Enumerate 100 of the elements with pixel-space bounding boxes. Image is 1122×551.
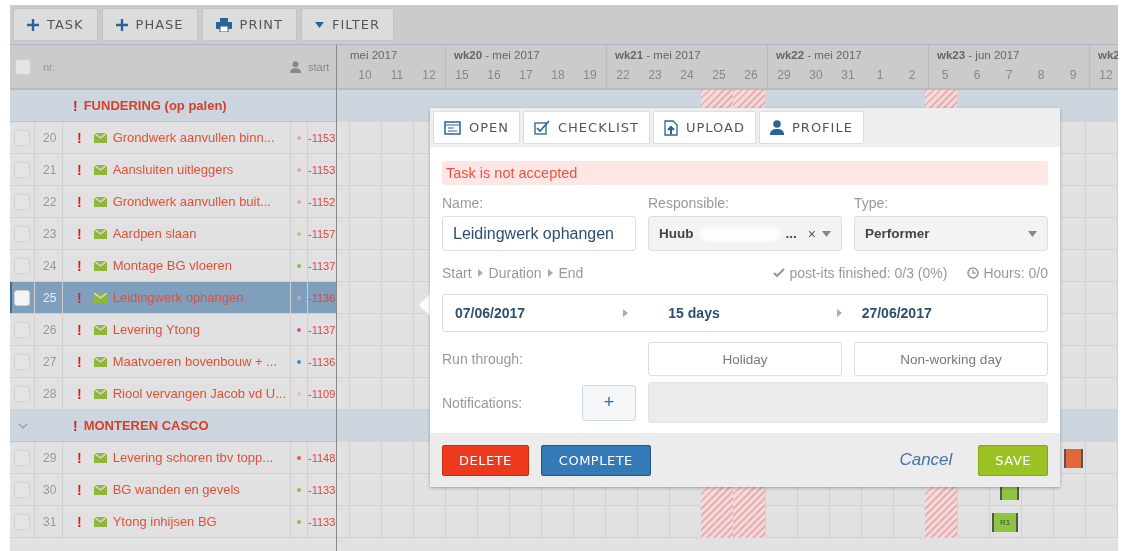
user-icon bbox=[770, 120, 784, 135]
printer-icon bbox=[215, 17, 232, 32]
day-label: 11 bbox=[389, 67, 405, 82]
task-row[interactable]: 23 ! Aardpen slaan -1157 bbox=[10, 218, 336, 250]
day-label: 23 bbox=[647, 67, 663, 82]
task-row[interactable]: 25 ! Leidingwerk ophangen -1136 bbox=[10, 282, 336, 314]
notifications-field[interactable] bbox=[648, 382, 1048, 423]
envelope-icon bbox=[93, 260, 107, 271]
task-bar[interactable]: R1 bbox=[992, 513, 1018, 532]
dialog-tab[interactable]: CHECKLIST bbox=[523, 111, 650, 144]
name-field[interactable]: Leidingwerk ophangen bbox=[442, 216, 636, 251]
phase-row[interactable]: ! FUNDERING (op palen) bbox=[10, 90, 336, 122]
envelope-icon bbox=[93, 356, 107, 367]
row-number: 29 bbox=[42, 450, 57, 465]
responsible-select[interactable]: Huub ... × bbox=[648, 216, 842, 251]
task-name: Riool vervangen Jacob vd U... bbox=[112, 386, 287, 401]
envelope-icon bbox=[93, 228, 107, 239]
task-name: Grondwerk aanvullen buit... bbox=[112, 194, 271, 209]
task-row[interactable]: 22 ! Grondwerk aanvullen buit... -1152 bbox=[10, 186, 336, 218]
chevron-down-icon[interactable] bbox=[17, 422, 28, 429]
phase-row[interactable]: ! MONTEREN CASCO bbox=[10, 410, 336, 442]
cancel-link[interactable]: Cancel bbox=[899, 450, 953, 470]
delete-button[interactable]: DELETE bbox=[442, 444, 529, 476]
envelope-icon bbox=[93, 196, 107, 207]
plus-icon bbox=[115, 18, 128, 31]
alert-message: Task is not accepted bbox=[442, 161, 1048, 185]
task-name: Grondwerk aanvullen binn... bbox=[112, 130, 275, 145]
user-icon bbox=[290, 60, 301, 73]
task-name: Maatvoeren bovenbouw + ... bbox=[112, 354, 278, 369]
toolbar-button[interactable]: FILTER bbox=[300, 8, 394, 41]
warning-icon: ! bbox=[77, 257, 82, 274]
start-cell: -1157 bbox=[308, 227, 336, 240]
clear-icon[interactable]: × bbox=[807, 225, 816, 242]
task-row[interactable]: 31 ! Ytong inhijsen BG -1133 bbox=[10, 506, 336, 538]
week-label: wk23 - jun 2017 bbox=[936, 48, 1021, 63]
envelope-icon bbox=[93, 164, 107, 175]
row-number: 28 bbox=[42, 386, 57, 401]
toggle-option[interactable]: Holiday bbox=[648, 342, 842, 376]
row-number: 25 bbox=[42, 290, 57, 305]
toolbar-button[interactable]: PHASE bbox=[101, 8, 198, 41]
check-icon bbox=[773, 268, 786, 278]
arrow-right-icon bbox=[477, 269, 483, 277]
toggle-option[interactable]: Non-working day bbox=[854, 342, 1048, 376]
dialog-tab[interactable]: PROFILE bbox=[759, 111, 864, 144]
flow-step: End bbox=[558, 265, 584, 281]
warning-icon: ! bbox=[77, 513, 82, 530]
toolbar-button[interactable]: PRINT bbox=[201, 8, 297, 41]
phase-title: MONTEREN CASCO bbox=[83, 418, 209, 433]
task-name: Aardpen slaan bbox=[112, 226, 197, 241]
week-label: mei 2017 bbox=[349, 48, 399, 63]
arrow-right-icon bbox=[836, 309, 842, 317]
start-cell: -1136 bbox=[308, 291, 336, 304]
task-name: Leidingwerk ophangen bbox=[112, 290, 244, 305]
day-label: 10 bbox=[357, 67, 373, 82]
envelope-icon bbox=[93, 292, 107, 303]
arrow-right-icon bbox=[547, 269, 553, 277]
warning-icon: ! bbox=[73, 417, 78, 434]
row-checkbox[interactable] bbox=[14, 289, 30, 306]
task-row[interactable]: 20 ! Grondwerk aanvullen binn... -1153 bbox=[10, 122, 336, 154]
flow-step: Duration bbox=[488, 265, 542, 281]
start-cell: -1137 bbox=[308, 259, 336, 272]
warning-icon: ! bbox=[77, 449, 82, 466]
day-label: 15 bbox=[454, 67, 470, 82]
start-cell: -1153 bbox=[308, 131, 336, 144]
dialog-tab[interactable]: UPLOAD bbox=[652, 111, 756, 144]
start-cell: -1152 bbox=[308, 195, 336, 208]
select-all-checkbox[interactable] bbox=[14, 58, 31, 75]
day-label: 7 bbox=[1004, 67, 1014, 82]
toolbar-button[interactable]: TASK bbox=[13, 8, 98, 41]
field-label: Responsible: bbox=[648, 195, 730, 211]
start-cell: -1153 bbox=[308, 163, 336, 176]
start-cell: -1133 bbox=[308, 483, 336, 496]
day-label: 29 bbox=[776, 67, 792, 82]
task-row[interactable]: 21 ! Aansluiten uitleggers -1153 bbox=[10, 154, 336, 186]
add-notification-button[interactable]: + bbox=[582, 384, 636, 421]
row-number: 26 bbox=[42, 322, 57, 337]
type-select[interactable]: Performer bbox=[854, 216, 1048, 251]
day-label: 18 bbox=[550, 67, 566, 82]
arrow-right-icon bbox=[623, 309, 629, 317]
dialog-tab[interactable]: OPEN bbox=[433, 111, 520, 144]
day-label: 30 bbox=[808, 67, 824, 82]
warning-icon: ! bbox=[77, 193, 82, 210]
day-label: 25 bbox=[711, 67, 727, 82]
row-number: 31 bbox=[42, 514, 57, 529]
date-range-field[interactable]: 07/06/2017 15 days 27/06/2017 bbox=[442, 294, 1048, 332]
caret-down-icon bbox=[822, 230, 831, 237]
task-row[interactable]: 27 ! Maatvoeren bovenbouw + ... -1136 bbox=[10, 346, 336, 378]
envelope-icon bbox=[93, 484, 107, 495]
warning-icon: ! bbox=[77, 481, 82, 498]
row-number: 27 bbox=[42, 354, 57, 369]
task-row[interactable]: 30 ! BG wanden en gevels -1133 bbox=[10, 474, 336, 506]
hours-status: Hours: 0/0 bbox=[983, 265, 1048, 281]
task-row[interactable]: 29 ! Levering schoren tbv topp... -1148 bbox=[10, 442, 336, 474]
task-row[interactable]: 26 ! Levering Ytong -1137 bbox=[10, 314, 336, 346]
warning-icon: ! bbox=[77, 225, 82, 242]
warning-icon: ! bbox=[77, 289, 82, 306]
postits-status: post-its finished: 0/3 (0%) bbox=[789, 265, 948, 281]
window-icon bbox=[444, 120, 461, 135]
complete-button[interactable]: COMPLETE bbox=[540, 444, 651, 476]
field-label: Name: bbox=[442, 195, 485, 211]
